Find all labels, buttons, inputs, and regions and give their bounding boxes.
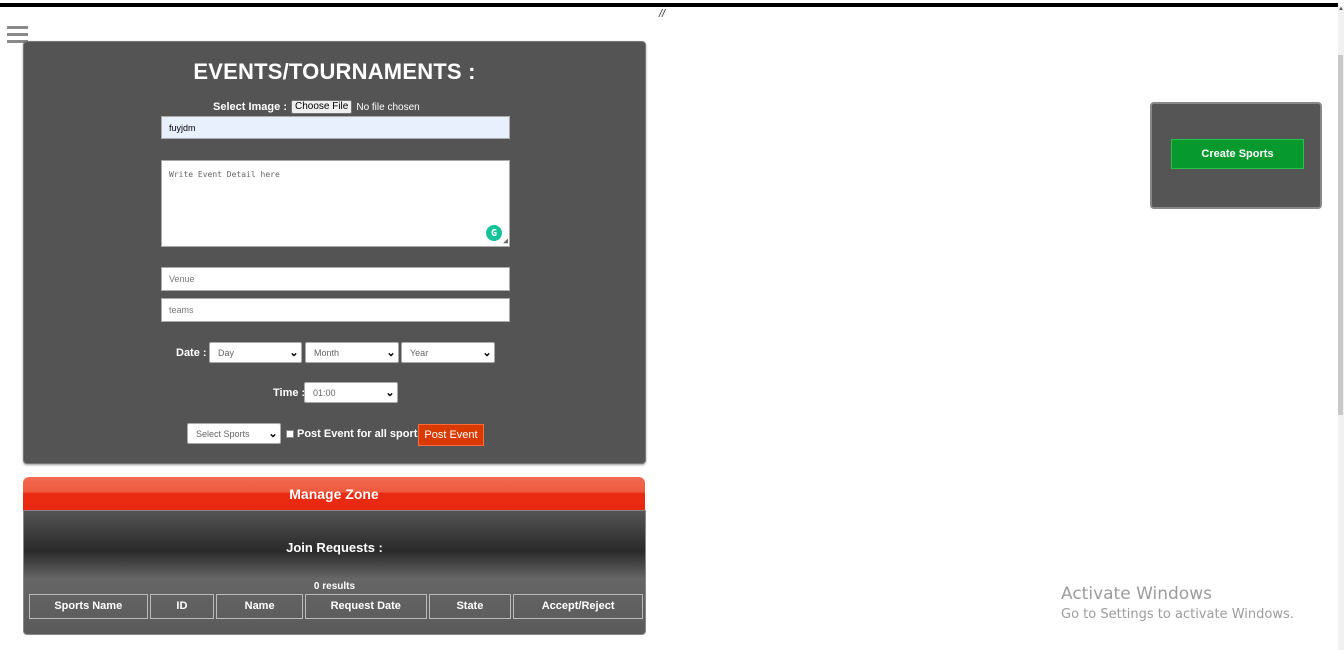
image-select-row: Select Image : Choose File No file chose… xyxy=(213,100,420,114)
sports-select[interactable]: Select Sports ⌄ xyxy=(187,423,281,444)
chevron-down-icon: ⌄ xyxy=(268,428,278,440)
year-select-value: Year xyxy=(410,347,429,358)
venue-placeholder: Venue xyxy=(169,274,195,284)
events-panel: EVENTS/TOURNAMENTS : Select Image : Choo… xyxy=(23,41,646,464)
event-detail-placeholder: Write Event Detail here xyxy=(169,170,280,179)
create-sports-panel: Create Sports xyxy=(1150,102,1322,209)
all-sports-label: Post Event for all sports xyxy=(297,428,424,440)
requests-table: Sports Name ID Name Request Date State A… xyxy=(27,594,645,619)
col-request-date: Request Date xyxy=(304,594,427,619)
day-select[interactable]: Day ⌄ xyxy=(209,342,302,363)
time-select-value: 01:00 xyxy=(313,387,336,398)
month-select-value: Month xyxy=(314,347,340,358)
teams-input[interactable]: teams xyxy=(161,298,510,322)
watermark-subtitle: Go to Settings to activate Windows. xyxy=(1061,607,1294,622)
col-sports-name: Sports Name xyxy=(29,594,148,619)
post-event-button[interactable]: Post Event xyxy=(418,424,484,446)
watermark-title: Activate Windows xyxy=(1061,584,1212,604)
all-sports-option[interactable]: Post Event for all sports xyxy=(286,428,424,440)
col-id: ID xyxy=(149,594,215,619)
chevron-down-icon: ⌄ xyxy=(482,347,492,359)
no-file-text: No file chosen xyxy=(356,101,420,113)
events-title: EVENTS/TOURNAMENTS : xyxy=(193,59,476,84)
time-select[interactable]: 01:00 ⌄ xyxy=(304,382,398,403)
col-name: Name xyxy=(216,594,303,619)
month-select[interactable]: Month ⌄ xyxy=(305,342,399,363)
table-header-row: Sports Name ID Name Request Date State A… xyxy=(29,594,643,619)
image-label: Select Image : xyxy=(213,101,287,113)
join-requests-panel: Join Requests : 0 results Sports Name ID… xyxy=(23,510,646,635)
col-accept-reject: Accept/Reject xyxy=(513,594,643,619)
year-select[interactable]: Year ⌄ xyxy=(401,342,495,363)
top-border xyxy=(0,3,1338,7)
activate-windows-watermark: Activate Windows Go to Settings to activ… xyxy=(1061,584,1294,622)
join-requests-title: Join Requests : xyxy=(286,540,383,555)
chevron-down-icon: ⌄ xyxy=(385,387,395,399)
col-state: State xyxy=(428,594,512,619)
date-label: Date : xyxy=(176,347,207,359)
resize-handle-icon[interactable]: ◢ xyxy=(503,236,508,245)
grammarly-icon[interactable]: G xyxy=(486,225,502,241)
event-detail-textarea[interactable]: Write Event Detail here G ◢ xyxy=(161,160,510,247)
sports-select-value: Select Sports xyxy=(196,428,250,439)
chevron-down-icon: ⌄ xyxy=(289,347,299,359)
venue-input[interactable]: Venue xyxy=(161,267,510,291)
time-label: Time : xyxy=(273,387,306,399)
teams-placeholder: teams xyxy=(169,305,194,315)
event-name-input[interactable]: fuyjdm xyxy=(161,116,510,139)
all-sports-checkbox[interactable] xyxy=(286,430,294,438)
chevron-down-icon: ⌄ xyxy=(386,347,396,359)
create-sports-button[interactable]: Create Sports xyxy=(1171,139,1304,169)
scroll-up-icon[interactable]: ▲ xyxy=(1338,6,1344,12)
header-slashes: // xyxy=(659,8,666,20)
choose-file-button[interactable]: Choose File xyxy=(290,100,353,114)
manage-zone-bar[interactable]: Manage Zone xyxy=(23,477,645,510)
day-select-value: Day xyxy=(218,347,235,358)
scrollbar-thumb[interactable] xyxy=(1338,55,1343,415)
results-count: 0 results xyxy=(313,581,356,592)
